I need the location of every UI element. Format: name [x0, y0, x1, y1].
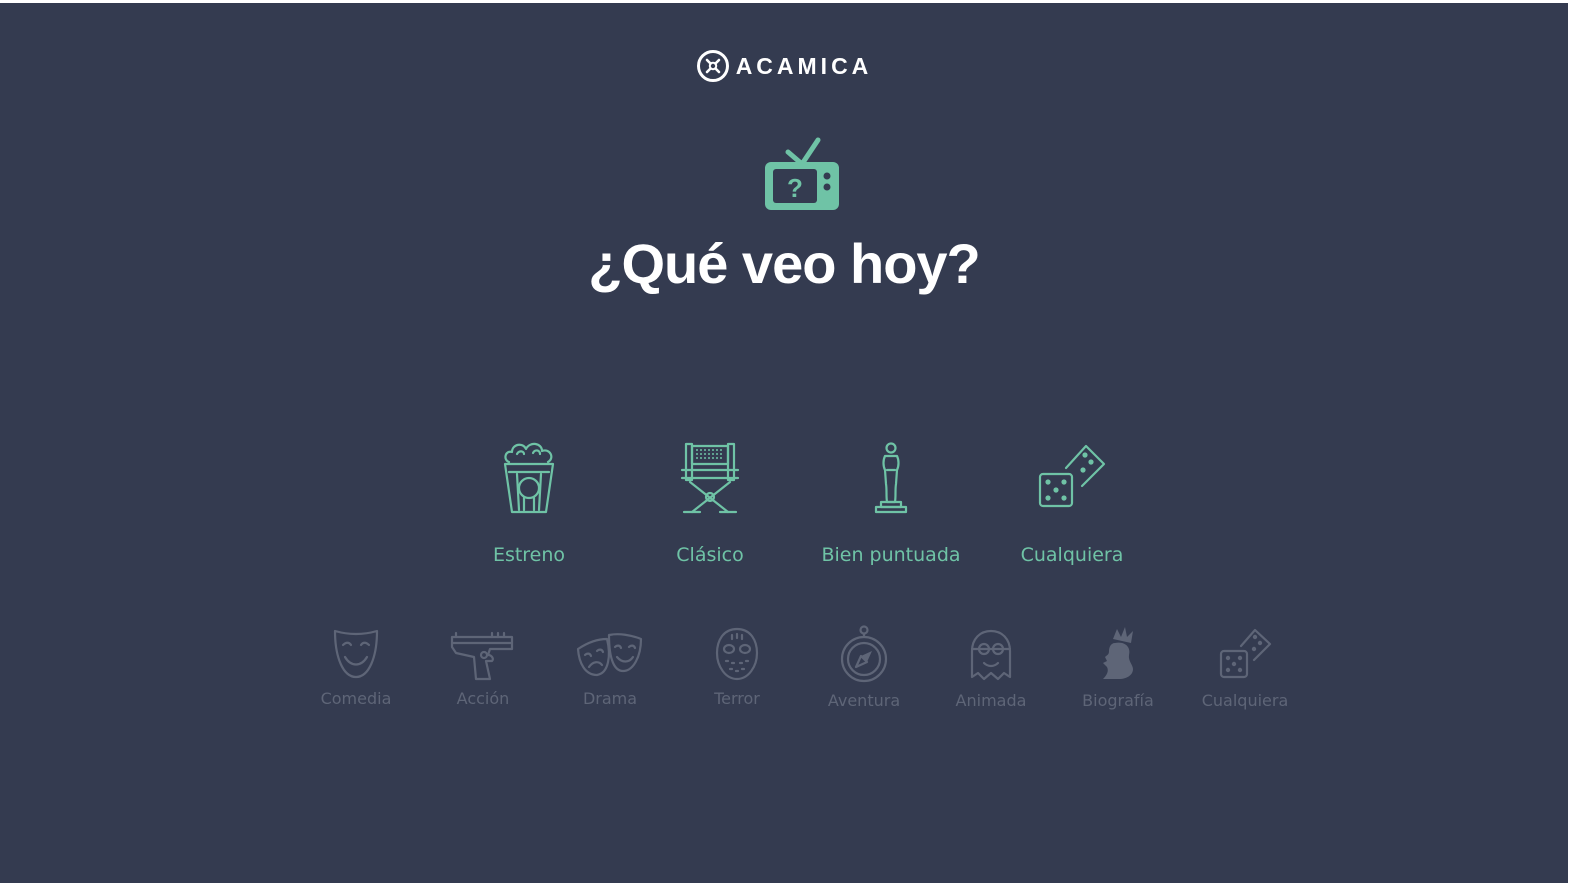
option-bien-puntuada[interactable]: Bien puntuada [801, 440, 981, 566]
option-estreno[interactable]: Estreno [439, 440, 619, 566]
oscar-statue-icon [874, 442, 908, 514]
option-clasico[interactable]: Clásico [620, 440, 800, 566]
dice-icon [1219, 628, 1272, 679]
option-label-estreno: Estreno [492, 544, 566, 566]
genre-label-animada: Animada [955, 691, 1027, 710]
minion-icon [970, 629, 1012, 681]
genre-drama[interactable]: Drama [550, 625, 670, 708]
drama-masks-icon [576, 633, 643, 677]
option-label-bien-puntuada: Bien puntuada [821, 544, 961, 566]
compass-icon [840, 625, 888, 683]
dice-icon [1038, 444, 1106, 508]
option-cualquiera[interactable]: Cualquiera [982, 440, 1162, 566]
hockey-mask-icon [715, 627, 759, 681]
director-chair-icon [680, 442, 740, 514]
acamica-logo-icon [696, 50, 729, 82]
brand-header[interactable]: ACAMICA [0, 49, 1568, 83]
genre-label-cualquiera: Cualquiera [1201, 691, 1289, 710]
genre-label-aventura: Aventura [827, 691, 901, 710]
genre-label-terror: Terror [714, 689, 760, 708]
genre-label-accion: Acción [456, 689, 510, 708]
genre-biografia[interactable]: Biografía [1058, 625, 1178, 710]
svg-text:?: ? [787, 173, 803, 203]
tv-question-icon: ? [765, 137, 839, 210]
comedy-mask-icon [333, 629, 379, 679]
pistol-icon [450, 631, 514, 681]
genre-comedia[interactable]: Comedia [296, 625, 416, 708]
genre-cualquiera[interactable]: Cualquiera [1185, 625, 1305, 710]
genre-label-drama: Drama [582, 689, 638, 708]
option-label-clasico: Clásico [676, 544, 744, 566]
option-label-cualquiera: Cualquiera [1020, 544, 1124, 566]
genre-label-biografia: Biografía [1082, 691, 1154, 710]
brand-name: ACAMICA [735, 52, 873, 79]
app-screen: ACAMICA ? ¿Qué veo hoy? Estreno Clásico … [0, 3, 1568, 883]
page-title: ¿Qué veo hoy? [588, 232, 981, 295]
genre-label-comedia: Comedia [320, 689, 392, 708]
genre-aventura[interactable]: Aventura [804, 625, 924, 710]
genre-accion[interactable]: Acción [423, 625, 543, 708]
genre-terror[interactable]: Terror [677, 625, 797, 708]
popcorn-icon [503, 442, 555, 514]
genre-animada[interactable]: Animada [931, 625, 1051, 710]
queen-profile-icon [1103, 627, 1133, 679]
